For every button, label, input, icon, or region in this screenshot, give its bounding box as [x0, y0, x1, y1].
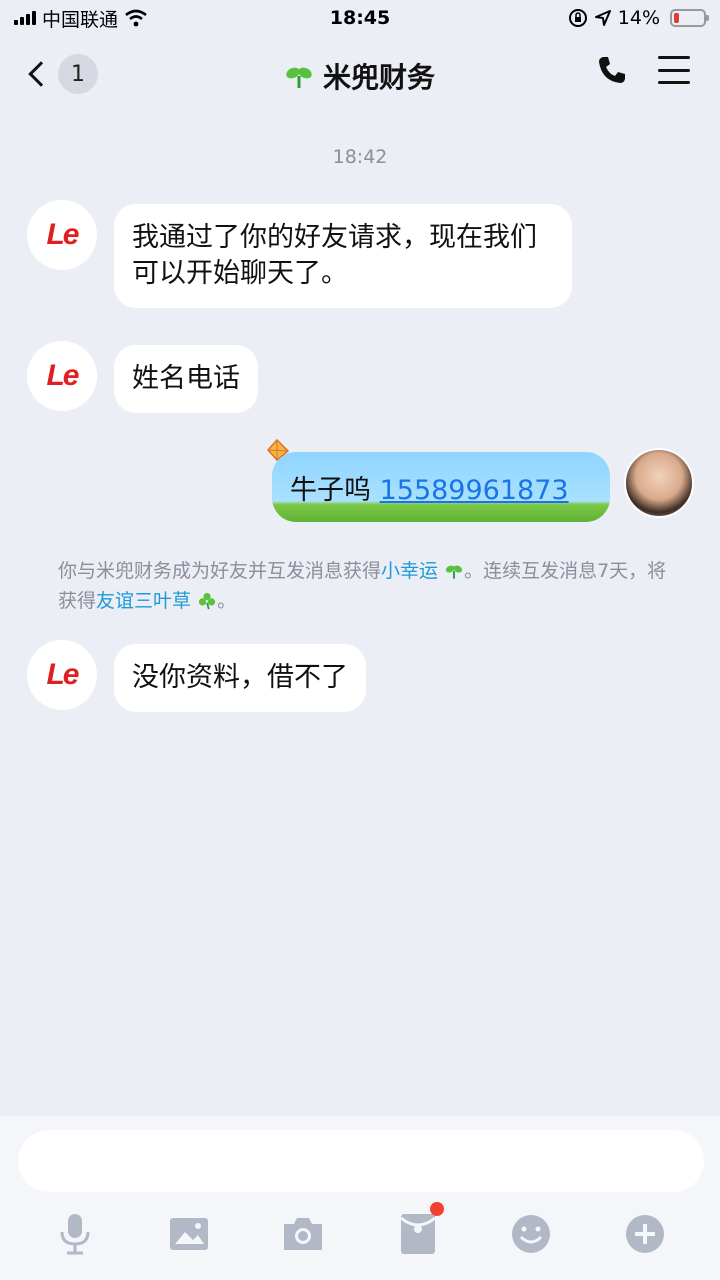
phone-number-link[interactable]: 15589961873: [380, 475, 569, 506]
battery-percent: 14%: [617, 7, 660, 29]
system-note-text: 你与米兜财务成为好友并互发消息获得: [58, 560, 382, 582]
message-text: 没你资料，借不了: [132, 662, 348, 693]
red-packet-icon[interactable]: [395, 1200, 451, 1256]
battery-icon: [670, 9, 709, 27]
sprout-icon: [286, 67, 312, 88]
my-message-bubble[interactable]: 牛子呜 15589961873: [272, 452, 610, 522]
message-input[interactable]: [18, 1130, 704, 1192]
contact-avatar[interactable]: Le: [27, 640, 97, 710]
message-text: 牛子呜: [290, 475, 380, 506]
signal-icon: [14, 11, 36, 25]
plus-icon[interactable]: [623, 1212, 667, 1256]
clover-link[interactable]: 友谊三叶草: [96, 590, 191, 612]
lucky-link[interactable]: 小幸运: [381, 560, 438, 582]
system-note: 你与米兜财务成为好友并互发消息获得小幸运 。连续互发消息7天，将获得友谊三叶草 …: [58, 556, 668, 616]
le-logo: Le: [46, 658, 79, 691]
carrier-label: 中国联通: [42, 8, 119, 31]
image-icon[interactable]: [167, 1212, 211, 1256]
chat-title-text: 米兜财务: [322, 61, 435, 94]
wifi-icon: [125, 9, 147, 27]
contact-avatar[interactable]: Le: [27, 200, 97, 270]
message-timestamp: 18:42: [332, 146, 388, 168]
emoji-icon[interactable]: [509, 1212, 553, 1256]
message-bubble[interactable]: 姓名电话: [114, 345, 258, 413]
message-bubble[interactable]: 没你资料，借不了: [114, 644, 366, 712]
location-icon: [594, 10, 611, 26]
lock-rotation-icon: [568, 9, 587, 27]
le-logo: Le: [46, 359, 79, 392]
phone-icon[interactable]: [596, 54, 628, 86]
system-note-text: 。: [217, 590, 237, 612]
status-bar: 中国联通 18:45 14%: [0, 0, 720, 36]
contact-avatar[interactable]: Le: [27, 341, 97, 411]
message-bubble[interactable]: 我通过了你的好友请求，现在我们可以开始聊天了。: [114, 204, 572, 308]
message-text: 我通过了你的好友请求，现在我们可以开始聊天了。: [132, 222, 537, 289]
le-logo: Le: [46, 218, 79, 251]
mic-icon[interactable]: [53, 1212, 97, 1256]
nav-bar: 1 米兜财务: [0, 36, 720, 112]
input-toolbar: [0, 1202, 720, 1262]
input-area: [0, 1116, 720, 1280]
message-text: 姓名电话: [132, 363, 240, 394]
menu-icon[interactable]: [658, 56, 690, 84]
clover-icon: [198, 592, 216, 610]
my-avatar[interactable]: [624, 448, 694, 518]
camera-icon[interactable]: [281, 1212, 325, 1256]
sprout-icon: [445, 565, 463, 579]
